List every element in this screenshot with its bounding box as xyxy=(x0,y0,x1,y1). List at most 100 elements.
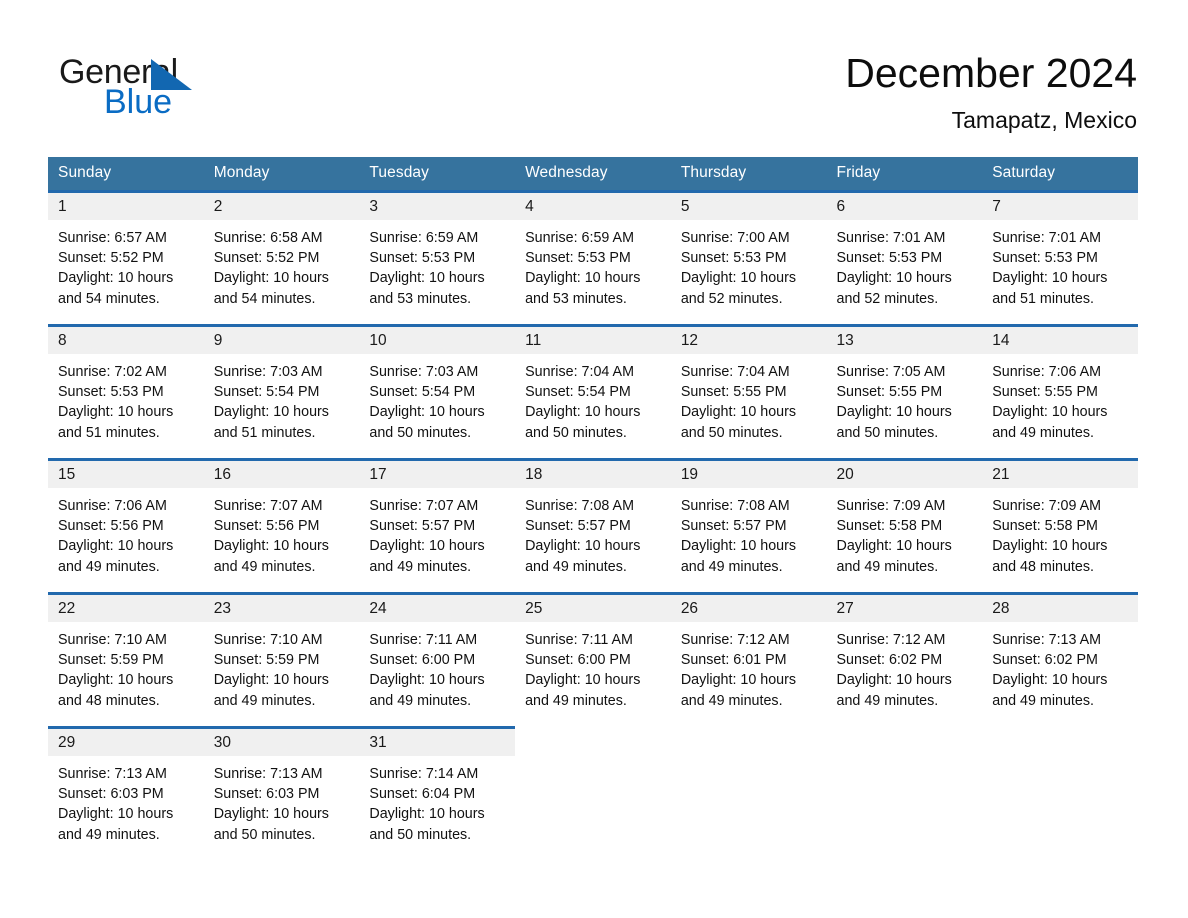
calendar-day-cell[interactable]: 15 Sunrise: 7:06 AM Sunset: 5:56 PM Dayligh… xyxy=(48,458,204,594)
calendar-body: 1 Sunrise: 6:57 AM Sunset: 5:52 PM Daylight… xyxy=(48,190,1138,860)
sunset-text: Sunset: 5:52 PM xyxy=(58,250,164,267)
calendar-day-cell[interactable]: 4 Sunrise: 6:59 AM Sunset: 5:53 PM Daylight… xyxy=(515,190,671,326)
sunset-text: Sunset: 5:53 PM xyxy=(369,250,476,267)
calendar-day-cell[interactable]: 7 Sunrise: 7:01 AM Sunset: 5:53 PM Daylight… xyxy=(982,190,1138,326)
calendar-day-cell[interactable]: 3 Sunrise: 6:59 AM Sunset: 5:53 PM Daylight… xyxy=(359,190,516,326)
sunrise-text: Sunrise: 6:58 AM xyxy=(213,230,323,246)
calendar-day-cell[interactable]: 10 Sunrise: 7:03 AM Sunset: 5:54 PM Dayligh… xyxy=(359,324,516,460)
calendar-header-row: Sunday Monday Tuesday Wednesday Thursday… xyxy=(48,157,1138,192)
daylight-text-line2: and 49 minutes. xyxy=(992,424,1094,441)
day-number xyxy=(671,729,827,756)
sunset-text: Sunset: 5:58 PM xyxy=(836,518,943,535)
day-cell-inner: 5 Sunrise: 7:00 AM Sunset: 5:53 PM Daylight… xyxy=(670,193,827,324)
sunset-text: Sunset: 5:56 PM xyxy=(58,518,164,535)
day-number: 11 xyxy=(515,327,671,354)
weekday-header-sunday: Sunday xyxy=(48,157,204,192)
day-number: 18 xyxy=(515,461,671,488)
daylight-text-line1: Daylight: 10 hours xyxy=(680,404,797,421)
day-cell-inner: 15 Sunrise: 7:06 AM Sunset: 5:56 PM Dayligh… xyxy=(48,461,204,592)
daylight-text-line1: Daylight: 10 hours xyxy=(836,404,952,421)
calendar-day-cell[interactable]: 28 Sunrise: 7:13 AM Sunset: 6:02 PM Dayligh… xyxy=(982,592,1138,728)
day-number: 14 xyxy=(982,327,1138,354)
sunrise-text: Sunrise: 7:01 AM xyxy=(836,230,946,246)
day-cell-inner: 9 Sunrise: 7:03 AM Sunset: 5:54 PM Daylight… xyxy=(203,327,360,458)
calendar-day-cell-empty xyxy=(670,726,827,860)
day-number: 28 xyxy=(982,595,1138,622)
day-cell-inner xyxy=(827,729,983,860)
calendar-day-cell[interactable]: 16 Sunrise: 7:07 AM Sunset: 5:56 PM Dayligh… xyxy=(203,458,360,594)
calendar-day-cell[interactable]: 21 Sunrise: 7:09 AM Sunset: 5:58 PM Dayligh… xyxy=(982,458,1138,594)
calendar-day-cell[interactable]: 12 Sunrise: 7:04 AM Sunset: 5:55 PM Dayligh… xyxy=(670,324,827,460)
calendar-day-cell[interactable]: 25 Sunrise: 7:11 AM Sunset: 6:00 PM Dayligh… xyxy=(515,592,671,728)
calendar-day-cell[interactable]: 18 Sunrise: 7:08 AM Sunset: 5:57 PM Dayligh… xyxy=(515,458,671,594)
calendar-day-cell[interactable]: 22 Sunrise: 7:10 AM Sunset: 5:59 PM Dayligh… xyxy=(48,592,204,728)
daylight-text-line2: and 50 minutes. xyxy=(213,826,316,843)
day-cell-inner: 6 Sunrise: 7:01 AM Sunset: 5:53 PM Daylight… xyxy=(826,193,983,324)
daylight-text-line1: Daylight: 10 hours xyxy=(213,806,329,823)
day-number: 17 xyxy=(359,461,516,488)
daylight-text-line2: and 50 minutes. xyxy=(369,826,472,843)
calendar-day-cell[interactable]: 8 Sunrise: 7:02 AM Sunset: 5:53 PM Daylight… xyxy=(48,324,204,460)
calendar-day-cell[interactable]: 31 Sunrise: 7:14 AM Sunset: 6:04 PM Dayligh… xyxy=(359,726,516,860)
day-number: 6 xyxy=(826,193,983,220)
calendar-day-cell[interactable]: 30 Sunrise: 7:13 AM Sunset: 6:03 PM Dayligh… xyxy=(203,726,360,860)
calendar-day-cell[interactable]: 27 Sunrise: 7:12 AM Sunset: 6:02 PM Dayligh… xyxy=(826,592,983,728)
calendar-day-cell[interactable]: 2 Sunrise: 6:58 AM Sunset: 5:52 PM Daylight… xyxy=(203,190,360,326)
day-cell-inner: 16 Sunrise: 7:07 AM Sunset: 5:56 PM Dayligh… xyxy=(203,461,360,592)
day-cell-details: Sunrise: 7:04 AM Sunset: 5:54 PM Daylight:… xyxy=(515,354,671,443)
day-cell-details: Sunrise: 7:08 AM Sunset: 5:57 PM Daylight:… xyxy=(671,488,827,577)
calendar-day-cell[interactable]: 1 Sunrise: 6:57 AM Sunset: 5:52 PM Daylight… xyxy=(48,190,204,326)
sunrise-text: Sunrise: 7:13 AM xyxy=(213,766,323,782)
daylight-text-line2: and 50 minutes. xyxy=(680,424,783,441)
calendar-day-cell[interactable]: 5 Sunrise: 7:00 AM Sunset: 5:53 PM Daylight… xyxy=(670,190,827,326)
daylight-text-line2: and 54 minutes. xyxy=(58,290,160,307)
daylight-text-line1: Daylight: 10 hours xyxy=(525,404,641,421)
daylight-text-line2: and 51 minutes. xyxy=(992,290,1094,307)
calendar-day-cell[interactable]: 11 Sunrise: 7:04 AM Sunset: 5:54 PM Dayligh… xyxy=(515,324,671,460)
calendar-day-cell[interactable]: 20 Sunrise: 7:09 AM Sunset: 5:58 PM Dayligh… xyxy=(826,458,983,594)
sunrise-text: Sunrise: 7:13 AM xyxy=(58,766,167,782)
day-cell-inner xyxy=(515,729,671,860)
day-number xyxy=(515,729,671,756)
day-cell-details: Sunrise: 7:12 AM Sunset: 6:02 PM Daylight:… xyxy=(827,622,983,711)
page-header: General Blue December 2024 Tamapatz, Mex… xyxy=(0,0,1188,150)
daylight-text-line2: and 50 minutes. xyxy=(525,424,627,441)
day-cell-details: Sunrise: 7:06 AM Sunset: 5:56 PM Daylight:… xyxy=(48,488,204,577)
calendar-day-cell[interactable]: 23 Sunrise: 7:10 AM Sunset: 5:59 PM Dayligh… xyxy=(203,592,360,728)
sunrise-text: Sunrise: 7:08 AM xyxy=(680,498,790,514)
calendar-day-cell[interactable]: 13 Sunrise: 7:05 AM Sunset: 5:55 PM Dayligh… xyxy=(826,324,983,460)
generalblue-logo[interactable]: General Blue xyxy=(59,52,259,122)
sunset-text: Sunset: 5:53 PM xyxy=(680,250,787,267)
day-cell-details: Sunrise: 6:57 AM Sunset: 5:52 PM Daylight:… xyxy=(48,220,204,309)
day-number: 3 xyxy=(359,193,516,220)
sunset-text: Sunset: 5:57 PM xyxy=(369,518,476,535)
calendar-day-cell[interactable]: 14 Sunrise: 7:06 AM Sunset: 5:55 PM Dayligh… xyxy=(982,324,1138,460)
day-cell-inner: 4 Sunrise: 6:59 AM Sunset: 5:53 PM Daylight… xyxy=(515,193,671,324)
calendar-day-cell[interactable]: 26 Sunrise: 7:12 AM Sunset: 6:01 PM Dayligh… xyxy=(670,592,827,728)
day-cell-details: Sunrise: 7:01 AM Sunset: 5:53 PM Daylight:… xyxy=(827,220,983,309)
calendar-week-row: 15 Sunrise: 7:06 AM Sunset: 5:56 PM Dayligh… xyxy=(48,458,1138,594)
calendar-day-cell[interactable]: 24 Sunrise: 7:11 AM Sunset: 6:00 PM Dayligh… xyxy=(359,592,516,728)
daylight-text-line1: Daylight: 10 hours xyxy=(525,538,641,555)
day-cell-details: Sunrise: 7:13 AM Sunset: 6:02 PM Daylight:… xyxy=(982,622,1138,711)
daylight-text-line2: and 53 minutes. xyxy=(369,290,472,307)
day-number: 31 xyxy=(359,729,516,756)
daylight-text-line1: Daylight: 10 hours xyxy=(525,672,641,689)
sunset-text: Sunset: 5:55 PM xyxy=(836,384,943,401)
sunrise-text: Sunrise: 6:59 AM xyxy=(525,230,634,246)
sunrise-text: Sunrise: 7:12 AM xyxy=(836,632,946,648)
sunset-text: Sunset: 6:02 PM xyxy=(836,652,943,669)
day-cell-inner: 20 Sunrise: 7:09 AM Sunset: 5:58 PM Dayligh… xyxy=(826,461,983,592)
daylight-text-line2: and 48 minutes. xyxy=(992,558,1094,575)
day-cell-inner: 12 Sunrise: 7:04 AM Sunset: 5:55 PM Dayligh… xyxy=(670,327,827,458)
daylight-text-line1: Daylight: 10 hours xyxy=(836,538,952,555)
day-cell-inner: 25 Sunrise: 7:11 AM Sunset: 6:00 PM Dayligh… xyxy=(515,595,671,726)
calendar-day-cell[interactable]: 19 Sunrise: 7:08 AM Sunset: 5:57 PM Dayligh… xyxy=(670,458,827,594)
calendar-day-cell[interactable]: 6 Sunrise: 7:01 AM Sunset: 5:53 PM Daylight… xyxy=(826,190,983,326)
calendar-day-cell[interactable]: 29 Sunrise: 7:13 AM Sunset: 6:03 PM Dayligh… xyxy=(48,726,204,860)
sunset-text: Sunset: 6:00 PM xyxy=(369,652,476,669)
calendar-day-cell[interactable]: 9 Sunrise: 7:03 AM Sunset: 5:54 PM Daylight… xyxy=(203,324,360,460)
sunrise-text: Sunrise: 7:14 AM xyxy=(369,766,479,782)
calendar-day-cell[interactable]: 17 Sunrise: 7:07 AM Sunset: 5:57 PM Dayligh… xyxy=(359,458,516,594)
day-cell-details: Sunrise: 7:04 AM Sunset: 5:55 PM Daylight:… xyxy=(671,354,827,443)
